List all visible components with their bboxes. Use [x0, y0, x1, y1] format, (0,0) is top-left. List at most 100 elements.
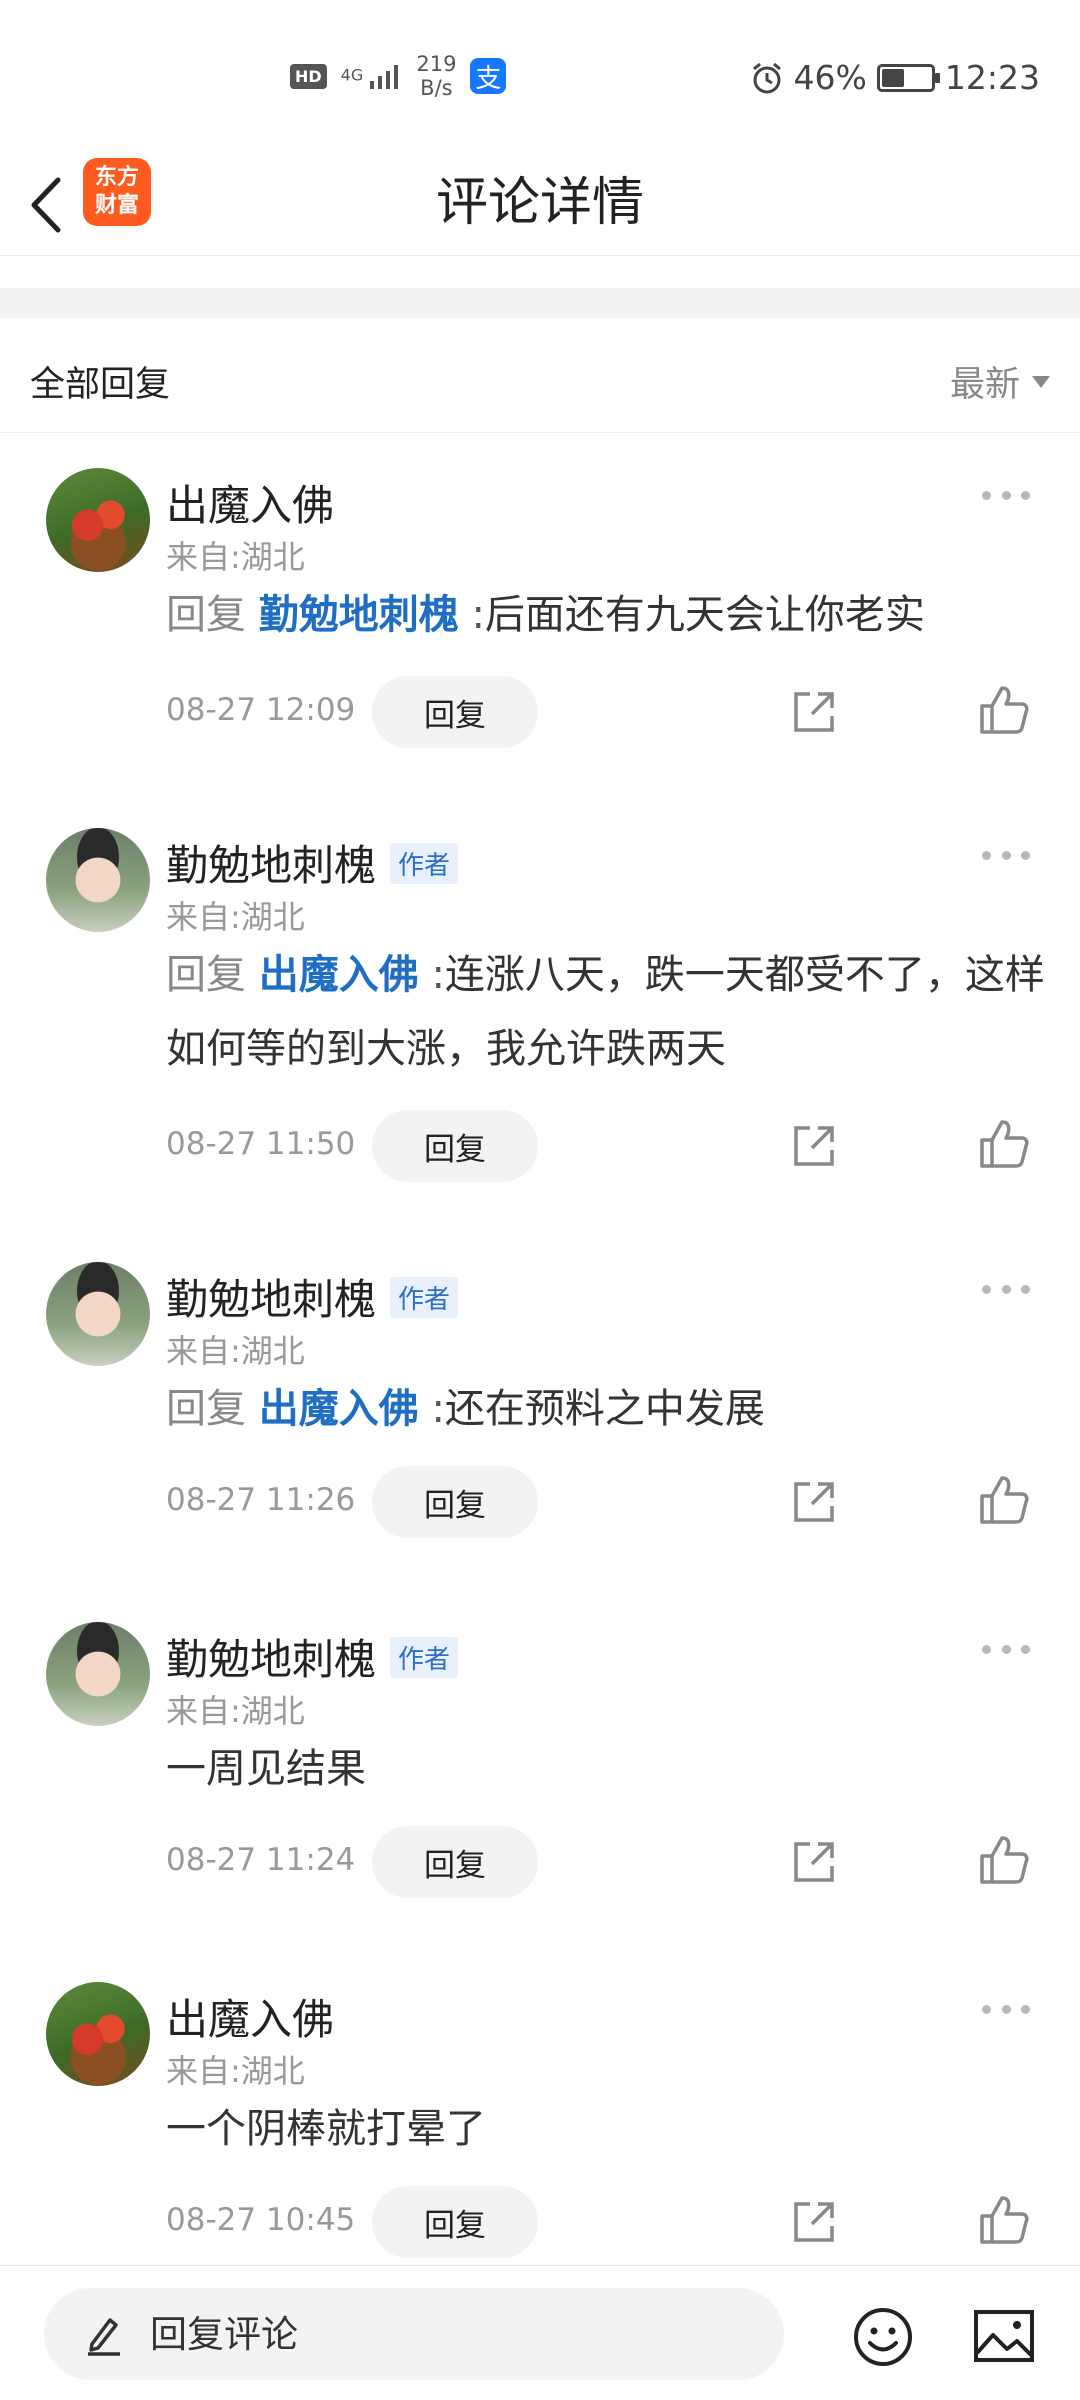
- share-icon[interactable]: [790, 1478, 838, 1526]
- emoji-icon[interactable]: [852, 2306, 914, 2368]
- username[interactable]: 勤勉地刺槐 作者: [166, 1266, 459, 1327]
- location: 来自:湖北: [166, 898, 305, 936]
- timestamp: 08-27 11:26: [166, 1482, 356, 1518]
- comment-actions: 08-27 11:26 回复: [0, 1466, 1080, 1538]
- reply-colon: :: [431, 952, 445, 998]
- sort-dropdown[interactable]: 最新: [950, 356, 1050, 407]
- network-indicator: 4G: [341, 63, 403, 89]
- avatar[interactable]: [46, 1262, 150, 1366]
- comment-content: 回复 出魔入佛 :还在预料之中发展: [166, 1372, 1046, 1446]
- battery-fill: [881, 68, 904, 87]
- status-bar: HD 4G 219 B/s 支 46% 12:23: [0, 0, 1080, 150]
- username[interactable]: 勤勉地刺槐 作者: [166, 1626, 459, 1687]
- avatar[interactable]: [46, 1982, 150, 2086]
- image-icon[interactable]: [973, 2309, 1035, 2363]
- timestamp: 08-27 10:45: [166, 2202, 356, 2238]
- speed-value: 219: [416, 52, 457, 76]
- share-icon[interactable]: [790, 688, 838, 736]
- section-divider: [0, 288, 1080, 318]
- bottom-input-bar: [0, 2265, 1080, 2400]
- comment-content: 一个阴棒就打晕了: [166, 2106, 486, 2152]
- username-text: 出魔入佛: [166, 481, 335, 530]
- share-icon[interactable]: [790, 2198, 838, 2246]
- hd-indicator: HD: [290, 63, 327, 89]
- comment-actions: 08-27 11:50 回复: [0, 1110, 1080, 1182]
- comment-item: 勤勉地刺槐 作者 来自:湖北 回复 出魔入佛 :连涨八天，跌一天都受不了，这样如何…: [0, 828, 1080, 1188]
- username[interactable]: 勤勉地刺槐 作者: [166, 832, 459, 893]
- thumbs-up-icon[interactable]: [978, 1474, 1030, 1526]
- battery-icon: [876, 63, 940, 92]
- reply-to-user[interactable]: 出魔入佛: [259, 1386, 419, 1432]
- comment-actions: 08-27 11:24 回复: [0, 1826, 1080, 1898]
- reply-button[interactable]: 回复: [372, 1826, 538, 1898]
- top-nav-bar: 东方 财富 评论详情: [0, 150, 1080, 256]
- replies-header: 全部回复 最新: [0, 318, 1080, 433]
- username-text: 勤勉地刺槐: [166, 1275, 377, 1324]
- location: 来自:湖北: [166, 538, 305, 576]
- username-text: 勤勉地刺槐: [166, 1635, 377, 1684]
- comment-actions: 08-27 10:45 回复: [0, 2186, 1080, 2258]
- comment-item: 勤勉地刺槐 作者 来自:湖北 一周见结果 08-27 11:24 回复: [0, 1622, 1080, 1922]
- thumbs-up-icon[interactable]: [978, 2194, 1030, 2246]
- signal-icon: [370, 65, 399, 89]
- reply-comment-input[interactable]: [150, 2288, 750, 2380]
- reply-prefix: 回复: [166, 1386, 246, 1432]
- alarm-icon: [752, 62, 781, 93]
- author-badge: 作者: [390, 843, 459, 884]
- comment-actions: 08-27 12:09 回复: [0, 676, 1080, 748]
- clock: 12:23: [944, 58, 1040, 97]
- reply-colon: :: [471, 592, 485, 638]
- status-left: HD 4G 219 B/s 支: [290, 52, 507, 100]
- network-type: 4G: [340, 65, 364, 85]
- avatar[interactable]: [46, 468, 150, 572]
- share-icon[interactable]: [790, 1838, 838, 1886]
- reply-button[interactable]: 回复: [372, 2186, 538, 2258]
- avatar[interactable]: [46, 1622, 150, 1726]
- more-options-button[interactable]: [982, 2002, 1030, 2016]
- thumbs-up-icon[interactable]: [978, 1834, 1030, 1886]
- reply-to-user[interactable]: 勤勉地刺槐: [259, 592, 459, 638]
- reply-button[interactable]: 回复: [372, 1466, 538, 1538]
- status-right: 46% 12:23: [750, 58, 1040, 97]
- username[interactable]: 出魔入佛: [166, 472, 334, 533]
- comment-text: 还在预料之中发展: [444, 1386, 765, 1432]
- comment-content: 一周见结果: [166, 1746, 366, 1792]
- more-options-button[interactable]: [982, 1282, 1030, 1296]
- caret-down-icon: [1032, 375, 1050, 388]
- location: 来自:湖北: [166, 2052, 305, 2090]
- comment-item: 出魔入佛 来自:湖北 回复 勤勉地刺槐 :后面还有九天会让你老实 08-27 1…: [0, 468, 1080, 758]
- timestamp: 08-27 12:09: [166, 692, 356, 728]
- author-badge: 作者: [390, 1277, 459, 1318]
- comment-content: 回复 出魔入佛 :连涨八天，跌一天都受不了，这样如何等的到大涨，我允许跌两天: [166, 938, 1046, 1086]
- timestamp: 08-27 11:24: [166, 1842, 356, 1878]
- speed-unit: B/s: [420, 76, 453, 100]
- thumbs-up-icon[interactable]: [978, 1118, 1030, 1170]
- share-icon[interactable]: [790, 1122, 838, 1170]
- username-text: 出魔入佛: [166, 1995, 335, 2044]
- reply-to-user[interactable]: 出魔入佛: [259, 952, 419, 998]
- alipay-icon: 支: [470, 58, 507, 94]
- username[interactable]: 出魔入佛: [166, 1986, 334, 2047]
- network-speed: 219 B/s: [416, 52, 456, 100]
- more-options-button[interactable]: [982, 1642, 1030, 1656]
- comment-text: 后面还有九天会让你老实: [484, 592, 925, 638]
- reply-colon: :: [431, 1386, 445, 1432]
- thumbs-up-icon[interactable]: [978, 684, 1030, 736]
- avatar[interactable]: [46, 828, 150, 932]
- sort-label: 最新: [949, 365, 1020, 405]
- reply-button[interactable]: 回复: [372, 1110, 538, 1182]
- comment-item: 出魔入佛 来自:湖北 一个阴棒就打晕了 08-27 10:45 回复: [0, 1982, 1080, 2262]
- battery-percent: 46%: [793, 58, 867, 97]
- pencil-icon: [88, 2318, 120, 2356]
- location: 来自:湖北: [166, 1332, 305, 1370]
- page-title: 评论详情: [435, 173, 644, 233]
- reply-input-container[interactable]: [44, 2288, 784, 2380]
- comment-content: 回复 勤勉地刺槐 :后面还有九天会让你老实: [166, 578, 1046, 652]
- author-badge: 作者: [390, 1637, 459, 1678]
- comment-item: 勤勉地刺槐 作者 来自:湖北 回复 出魔入佛 :还在预料之中发展 08-27 11…: [0, 1262, 1080, 1562]
- reply-button[interactable]: 回复: [372, 676, 538, 748]
- reply-prefix: 回复: [166, 592, 246, 638]
- location: 来自:湖北: [166, 1692, 305, 1730]
- more-options-button[interactable]: [982, 848, 1030, 862]
- more-options-button[interactable]: [982, 488, 1030, 502]
